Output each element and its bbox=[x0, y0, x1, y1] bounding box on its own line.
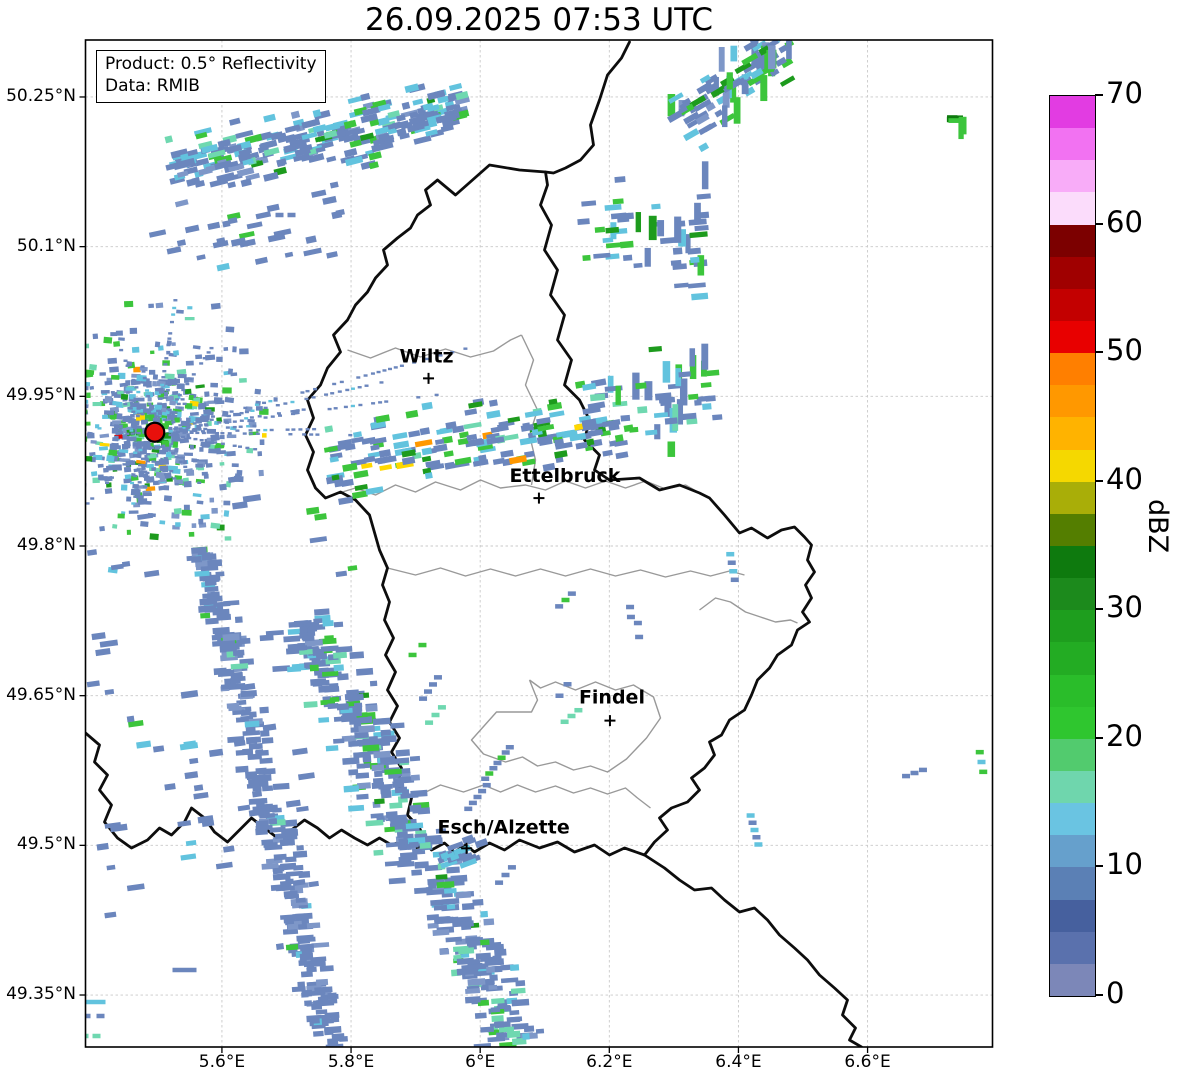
colorbar-level bbox=[1050, 835, 1095, 868]
district-borders bbox=[332, 334, 798, 809]
x-tick-label: 6.6°E bbox=[844, 1052, 891, 1072]
colorbar-level bbox=[1050, 320, 1095, 354]
colorbar-level bbox=[1050, 160, 1095, 193]
city-label: Wiltz bbox=[399, 345, 453, 367]
colorbar-title: dBZ bbox=[1142, 499, 1173, 554]
colorbar-tick-label: 10 bbox=[1106, 847, 1143, 882]
colorbar-tick-label: 0 bbox=[1106, 976, 1125, 1010]
colorbar-level bbox=[1050, 96, 1095, 129]
colorbar-level bbox=[1050, 417, 1095, 450]
radar-figure: { "figure": { "title": "26.09.2025 07:53… bbox=[0, 0, 1184, 1081]
colorbar-level bbox=[1050, 642, 1095, 675]
colorbar-level bbox=[1050, 738, 1095, 771]
colorbar-level bbox=[1050, 224, 1095, 257]
x-tick-label: 5.6°E bbox=[198, 1052, 246, 1072]
colorbar-level bbox=[1050, 256, 1095, 289]
x-tick-label: 5.8°E bbox=[327, 1052, 375, 1072]
grid-lines bbox=[85, 40, 993, 1047]
data-source-line: Data: RMIB bbox=[105, 76, 200, 97]
colorbar-tick-label: 30 bbox=[1106, 590, 1143, 625]
colorbar-tick bbox=[1095, 351, 1103, 354]
colorbar-level bbox=[1050, 449, 1095, 482]
colorbar-tick bbox=[1095, 479, 1103, 482]
colorbar-level bbox=[1050, 931, 1095, 964]
product-annotation-box: Product: 0.5° Reflectivity Data: RMIB bbox=[96, 50, 326, 103]
colorbar-level bbox=[1050, 353, 1095, 386]
x-tick-label: 6.4°E bbox=[715, 1052, 762, 1072]
colorbar-level bbox=[1050, 513, 1095, 546]
colorbar-level bbox=[1050, 899, 1095, 932]
plot-area: Wiltz Ettelbruck Findel Esch/Alzette bbox=[85, 40, 993, 1047]
city-marker-icon bbox=[604, 715, 616, 727]
colorbar-level bbox=[1050, 545, 1095, 579]
colorbar-tick bbox=[1095, 222, 1103, 225]
y-tick-label: 49.35°N bbox=[6, 984, 76, 1004]
city-label: Ettelbruck bbox=[509, 465, 620, 487]
radar-echoes bbox=[85, 40, 988, 1047]
colorbar-level bbox=[1050, 803, 1095, 836]
y-tick-label: 49.65°N bbox=[6, 684, 76, 705]
product-line: Product: 0.5° Reflectivity bbox=[105, 54, 317, 74]
colorbar-level bbox=[1050, 867, 1095, 900]
colorbar-level bbox=[1050, 963, 1095, 996]
y-tick-label: 50.1°N bbox=[16, 235, 76, 256]
colorbar-level bbox=[1050, 128, 1095, 161]
x-tick-label: 6°E bbox=[465, 1052, 496, 1072]
y-tick-label: 49.95°N bbox=[6, 385, 76, 406]
colorbar bbox=[1049, 95, 1096, 997]
y-tick-label: 49.5°N bbox=[16, 834, 76, 855]
colorbar-tick bbox=[1095, 865, 1103, 868]
colorbar-level bbox=[1050, 578, 1095, 611]
radar-site-dot bbox=[144, 421, 166, 443]
city-label: Esch/Alzette bbox=[438, 816, 570, 838]
y-tick-label: 49.8°N bbox=[16, 534, 76, 555]
colorbar-tick bbox=[1095, 94, 1103, 96]
colorbar-level bbox=[1050, 288, 1095, 321]
colorbar-level bbox=[1050, 481, 1095, 514]
colorbar-tick bbox=[1095, 994, 1103, 996]
colorbar-level bbox=[1050, 674, 1095, 707]
colorbar-level bbox=[1050, 192, 1095, 225]
x-tick-label: 6.2°E bbox=[586, 1052, 633, 1072]
colorbar-tick-label: 50 bbox=[1106, 333, 1143, 368]
colorbar-tick-label: 70 bbox=[1106, 76, 1143, 110]
colorbar-tick bbox=[1095, 608, 1103, 611]
colorbar-tick bbox=[1095, 736, 1103, 739]
colorbar-level bbox=[1050, 385, 1095, 418]
colorbar-tick-label: 20 bbox=[1106, 718, 1143, 753]
city-marker-icon bbox=[423, 372, 435, 384]
y-tick-label: 50.25°N bbox=[6, 85, 76, 106]
colorbar-level bbox=[1050, 610, 1095, 643]
colorbar-level bbox=[1050, 706, 1095, 739]
city-marker-icon bbox=[533, 492, 545, 504]
city-label: Findel bbox=[579, 687, 645, 709]
colorbar-tick-label: 40 bbox=[1106, 461, 1143, 496]
colorbar-tick-label: 60 bbox=[1106, 204, 1143, 239]
radar-map-plot: Wiltz Ettelbruck Findel Esch/Alzette bbox=[79, 39, 994, 1053]
colorbar-level bbox=[1050, 770, 1095, 804]
